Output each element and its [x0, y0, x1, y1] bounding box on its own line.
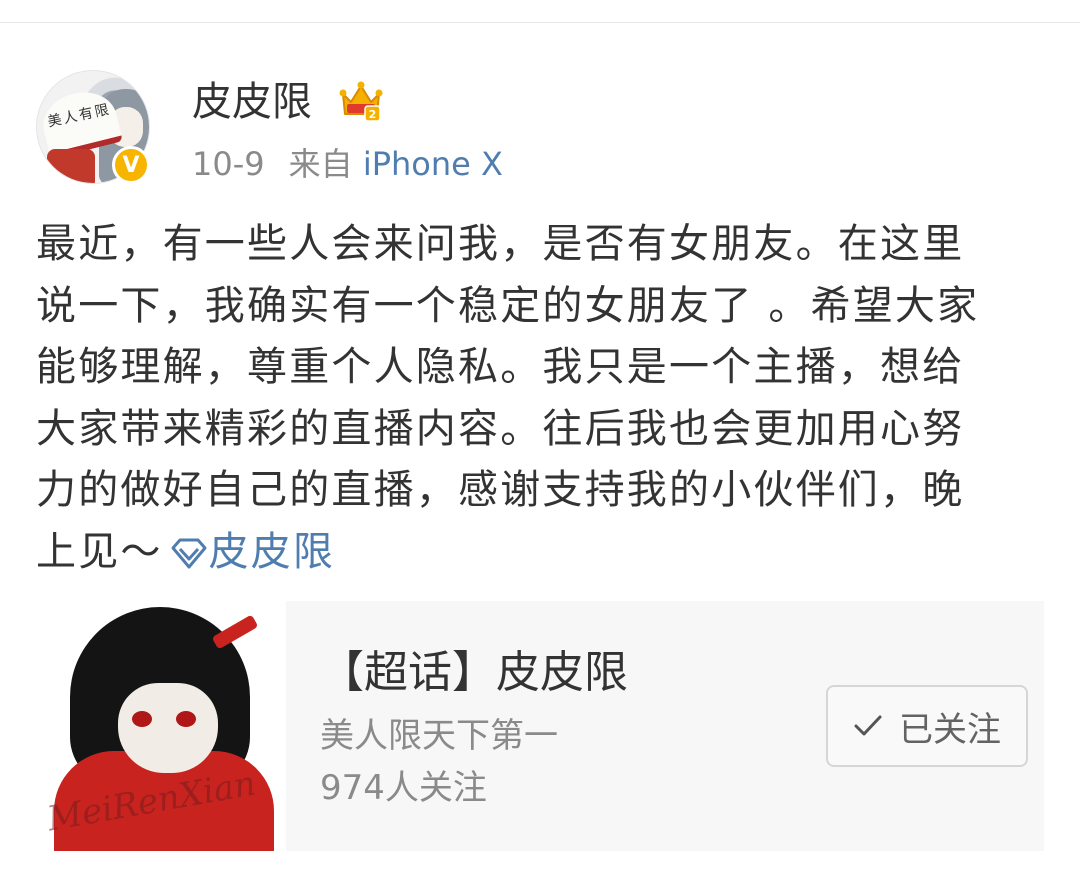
supertopic-card[interactable]: MeiRenXian 【超话】皮皮限 美人限天下第一 974人关注 已关注 — [36, 601, 1044, 851]
supertopic-follower-count: 974人关注 — [320, 768, 487, 808]
supertopic-link[interactable]: 皮皮限 — [163, 529, 336, 575]
supertopic-diamond-icon — [171, 538, 207, 568]
check-icon — [854, 715, 882, 736]
source-device-link[interactable]: iPhone X — [363, 145, 503, 183]
post-meta: 10-9 来自 iPhone X — [192, 142, 503, 186]
vip-crown-icon[interactable]: 2 — [339, 80, 383, 122]
content-line: 最近，有一些人会来问我，是否有女朋友。在这里 — [36, 221, 965, 267]
source-prefix: 来自 — [288, 145, 353, 183]
content-line: 大家带来精彩的直播内容。往后我也会更加用心努 — [36, 405, 965, 452]
followed-button-label: 已关注 — [899, 709, 1001, 750]
followed-button[interactable]: 已关注 — [826, 685, 1028, 767]
content-line-last: 上见～ 皮皮限 — [36, 528, 336, 575]
post-content: 最近，有一些人会来问我，是否有女朋友。在这里 说一下，我确实有一个稳定的女朋友了… — [36, 214, 1046, 583]
supertopic-cover-image: MeiRenXian — [36, 601, 286, 851]
supertopic-subtitle: 美人限天下第一 — [320, 716, 558, 756]
svg-text:2: 2 — [369, 108, 377, 121]
author-name[interactable]: 皮皮限 — [192, 74, 312, 130]
content-line: 说一下，我确实有一个稳定的女朋友了 。希望大家 — [36, 282, 980, 329]
content-line: 能够理解，尊重个人隐私。我只是一个主播，想给 — [36, 344, 965, 390]
supertopic-title: 【超话】皮皮限 — [320, 647, 628, 698]
content-line: 力的做好自己的直播，感谢支持我的小伙伴们，晚 — [36, 467, 965, 513]
weibo-post: 美人有限 V 皮皮限 2 10-9 来自 iPhone X 最近，有一些人会来问我… — [0, 0, 1080, 872]
post-date[interactable]: 10-9 — [192, 145, 265, 183]
verified-badge-icon: V — [112, 146, 150, 184]
